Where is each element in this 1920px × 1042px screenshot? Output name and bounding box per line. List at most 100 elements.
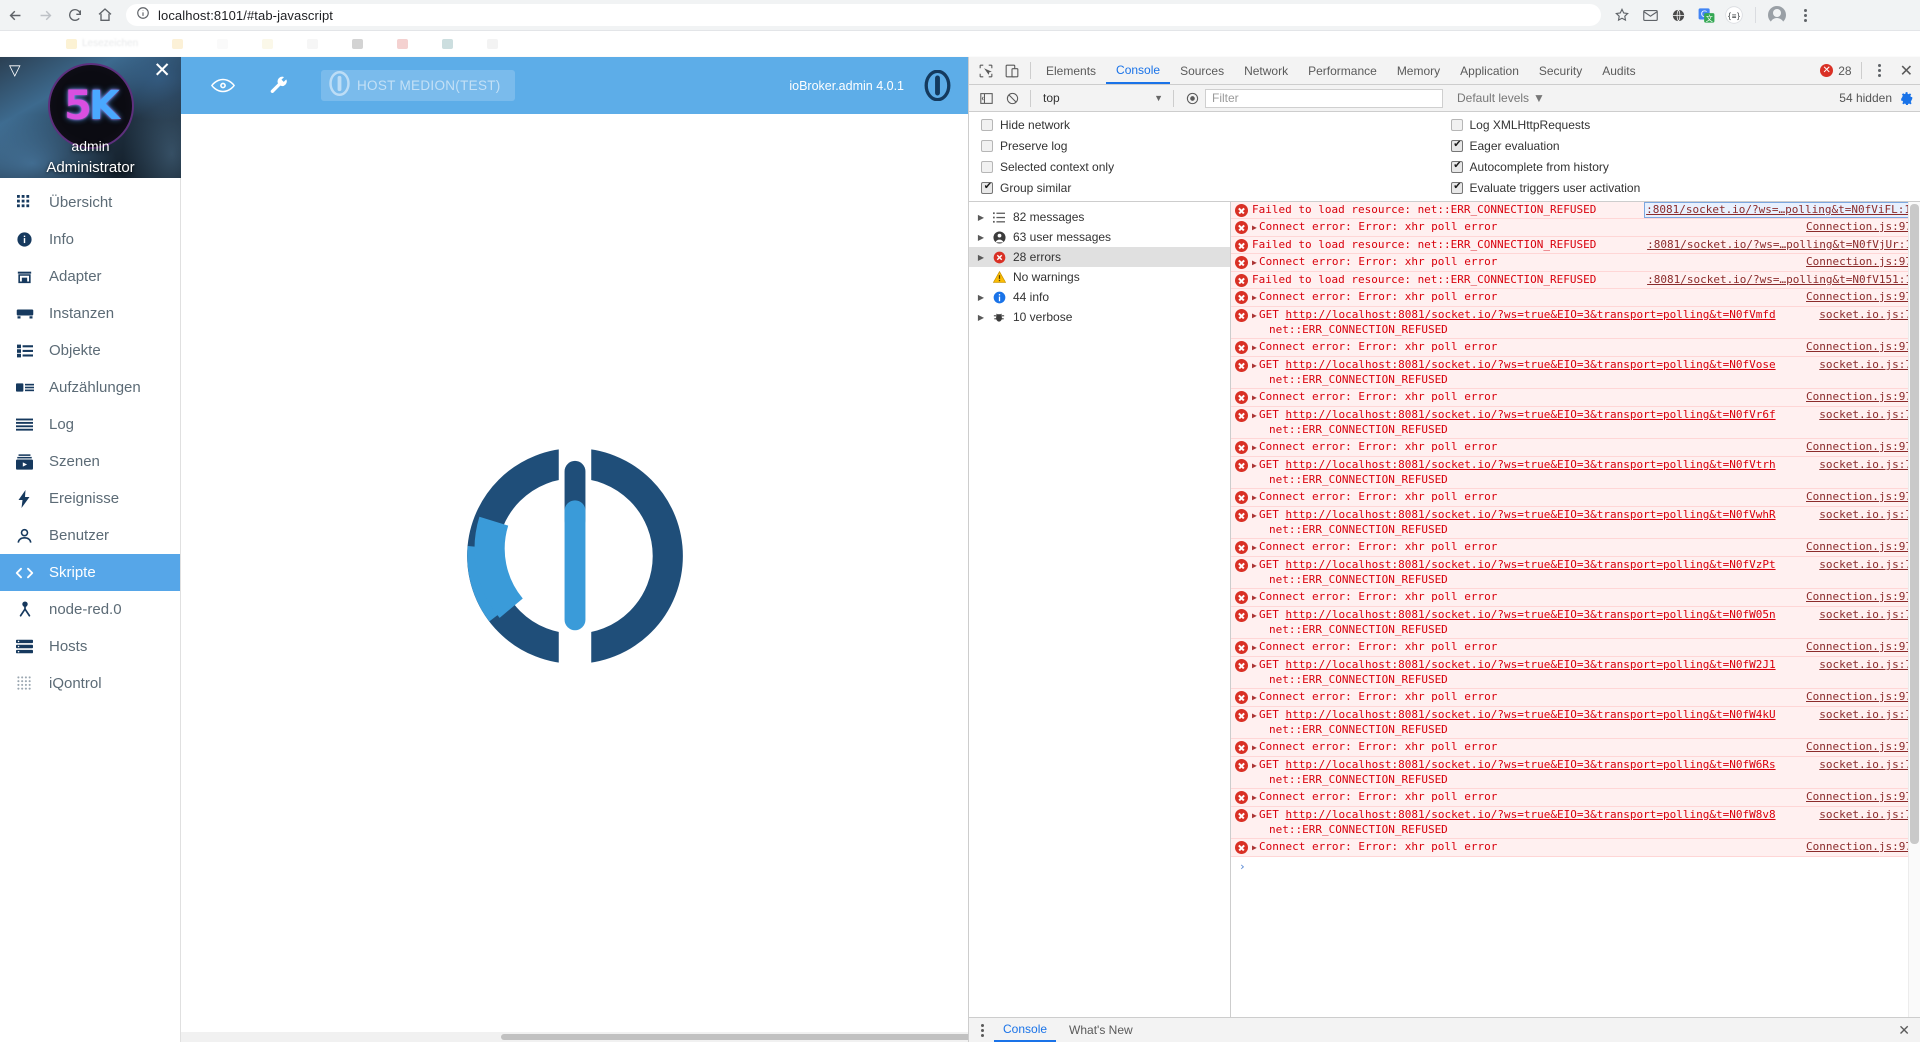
more-vertical-icon[interactable] (1867, 58, 1893, 84)
console-message-source-link[interactable]: Connection.js:97 (1806, 255, 1912, 269)
chevron-right-icon[interactable]: ▶ (977, 213, 985, 222)
console-message-source-link[interactable]: :8081/socket.io/?ws=…polling&t=N0fVjUr:1 (1647, 238, 1912, 252)
expand-arrow-icon[interactable]: ▶ (1252, 709, 1259, 723)
checkbox-checked-icon[interactable] (1450, 139, 1464, 152)
console-error-row[interactable]: ▶ Connect error: Error: xhr poll error Con… (1231, 789, 1920, 807)
console-message-source-link[interactable]: Connection.js:97 (1806, 840, 1912, 854)
console-error-row[interactable]: ▶ GET http://localhost:8081/socket.io/?ws… (1231, 557, 1920, 589)
console-message-source-link[interactable]: socket.io.js:7 (1819, 508, 1912, 522)
bookmark-item[interactable] (217, 38, 229, 49)
expand-arrow-icon[interactable]: ▶ (1252, 256, 1259, 270)
scrollbar-thumb[interactable] (501, 1034, 968, 1040)
console-error-row[interactable]: ▶ Connect error: Error: xhr poll error Con… (1231, 489, 1920, 507)
console-filter-info[interactable]: ▶ 44 info (969, 287, 1230, 307)
setting-eager-evaluation[interactable]: Eager evaluation (1450, 139, 1920, 153)
expand-arrow-icon[interactable]: ▶ (1252, 221, 1259, 235)
setting-autocomplete-from-history[interactable]: Autocomplete from history (1450, 160, 1920, 174)
tab-performance[interactable]: Performance (1298, 57, 1387, 84)
console-message-source-link[interactable]: socket.io.js:7 (1819, 708, 1912, 722)
bookmark-item[interactable] (262, 38, 274, 49)
console-message-source-link[interactable]: Connection.js:97 (1806, 490, 1912, 504)
expand-arrow-icon[interactable]: ▶ (1252, 691, 1259, 705)
google-translate-icon[interactable]: G文 (1693, 2, 1719, 28)
console-prompt[interactable]: › (1231, 857, 1920, 876)
wrench-icon[interactable] (251, 76, 307, 96)
setting-group-similar[interactable]: Group similar (981, 181, 1451, 195)
tab-application[interactable]: Application (1450, 57, 1529, 84)
console-message-list[interactable]: Failed to load resource: net::ERR_CONNEC… (1231, 202, 1920, 1017)
setting-preserve-log[interactable]: Preserve log (981, 139, 1451, 153)
console-message-source-link[interactable]: Connection.js:97 (1806, 640, 1912, 654)
console-error-row[interactable]: ▶ Connect error: Error: xhr poll error Con… (1231, 339, 1920, 357)
console-message-source-link[interactable]: socket.io.js:7 (1819, 308, 1912, 322)
expand-arrow-icon[interactable]: ▶ (1252, 391, 1259, 405)
eye-live-expression-icon[interactable] (1179, 85, 1205, 111)
console-error-row[interactable]: ▶ Connect error: Error: xhr poll error Con… (1231, 639, 1920, 657)
console-error-row[interactable]: ▶ Connect error: Error: xhr poll error Con… (1231, 289, 1920, 307)
expand-arrow-icon[interactable]: ▶ (1252, 359, 1259, 373)
tab-sources[interactable]: Sources (1170, 57, 1234, 84)
sidebar-item-benutzer[interactable]: Benutzer (0, 517, 180, 554)
sidebar-item-skripte[interactable]: Skripte (0, 554, 180, 591)
console-error-row[interactable]: Failed to load resource: net::ERR_CONNEC… (1231, 272, 1920, 289)
collapse-triangle-icon[interactable]: ▽ (9, 63, 21, 78)
expand-arrow-icon[interactable]: ▶ (1252, 541, 1259, 555)
console-filter-user-messages[interactable]: ▶ 63 user messages (969, 227, 1230, 247)
sidebar-item-ereignisse[interactable]: Ereignisse (0, 480, 180, 517)
close-devtools-icon[interactable]: ✕ (1893, 61, 1920, 81)
inspect-element-icon[interactable] (973, 58, 999, 84)
eye-icon[interactable] (195, 77, 251, 94)
expand-arrow-icon[interactable]: ▶ (1252, 309, 1259, 323)
scrollbar-thumb[interactable] (1910, 204, 1919, 844)
console-filter-warnings[interactable]: ▶ No warnings (969, 267, 1230, 287)
console-error-row[interactable]: ▶ Connect error: Error: xhr poll error Con… (1231, 389, 1920, 407)
console-error-row[interactable]: ▶ GET http://localhost:8081/socket.io/?ws… (1231, 607, 1920, 639)
console-message-source-link[interactable]: socket.io.js:7 (1819, 408, 1912, 422)
close-icon[interactable]: ✕ (153, 60, 171, 81)
console-error-row[interactable]: ▶ Connect error: Error: xhr poll error Con… (1231, 219, 1920, 237)
expand-arrow-icon[interactable]: ▶ (1252, 441, 1259, 455)
expand-arrow-icon[interactable]: ▶ (1252, 809, 1259, 823)
bookmark-item[interactable] (307, 38, 319, 49)
console-message-source-link[interactable]: :8081/socket.io/?ws=…polling&t=N0fV151:1 (1647, 273, 1912, 287)
console-message-link[interactable]: http://localhost:8081/socket.io/?ws=true… (1286, 808, 1776, 821)
console-message-source-link[interactable]: Connection.js:97 (1806, 690, 1912, 704)
setting-log-xmlhttprequests[interactable]: Log XMLHttpRequests (1450, 118, 1920, 132)
checkbox-unchecked-icon[interactable] (1450, 119, 1463, 131)
console-error-row[interactable]: ▶ GET http://localhost:8081/socket.io/?ws… (1231, 507, 1920, 539)
setting-hide-network[interactable]: Hide network (981, 118, 1451, 132)
tab-console[interactable]: Console (1106, 57, 1171, 84)
expand-arrow-icon[interactable]: ▶ (1252, 609, 1259, 623)
console-error-row[interactable]: ▶ Connect error: Error: xhr poll error Con… (1231, 839, 1920, 857)
console-error-row[interactable]: ▶ GET http://localhost:8081/socket.io/?ws… (1231, 407, 1920, 439)
address-bar[interactable]: localhost:8101/#tab-javascript (126, 4, 1601, 26)
expand-arrow-icon[interactable]: ▶ (1252, 341, 1259, 355)
console-message-source-link[interactable]: socket.io.js:7 (1819, 808, 1912, 822)
console-error-row[interactable]: ▶ Connect error: Error: xhr poll error Con… (1231, 739, 1920, 757)
console-message-source-link[interactable]: Connection.js:97 (1806, 390, 1912, 404)
checkbox-unchecked-icon[interactable] (981, 119, 993, 131)
sidebar-item-log[interactable]: Log (0, 406, 180, 443)
console-message-source-link[interactable]: socket.io.js:7 (1819, 458, 1912, 472)
console-filter-messages[interactable]: ▶ 82 messages (969, 207, 1230, 227)
sidebar-item-iqontrol[interactable]: iQontrol (0, 665, 180, 702)
tab-elements[interactable]: Elements (1036, 57, 1106, 84)
console-filter-errors[interactable]: ▶ 28 errors (969, 247, 1230, 267)
console-message-source-link[interactable]: Connection.js:97 (1806, 220, 1912, 234)
setting-evaluate-triggers-user-activation[interactable]: Evaluate triggers user activation (1450, 181, 1920, 195)
sidebar-item-aufzaehlungen[interactable]: Aufzählungen (0, 369, 180, 406)
expand-arrow-icon[interactable]: ▶ (1252, 591, 1259, 605)
console-message-source-link[interactable]: Connection.js:97 (1806, 790, 1912, 804)
console-message-source-link[interactable]: Connection.js:97 (1806, 290, 1912, 304)
console-message-link[interactable]: http://localhost:8081/socket.io/?ws=true… (1286, 308, 1776, 321)
host-selector[interactable]: HOST MEDION(TEST) (321, 70, 515, 101)
sidebar-item-uebersicht[interactable]: Übersicht (0, 184, 180, 221)
tab-memory[interactable]: Memory (1387, 57, 1450, 84)
expand-arrow-icon[interactable]: ▶ (1252, 509, 1259, 523)
json-viewer-icon[interactable]: {≡} (1721, 2, 1747, 28)
chrome-menu-icon[interactable] (1792, 2, 1818, 28)
console-scrollbar[interactable] (1908, 202, 1920, 1017)
console-message-link[interactable]: http://localhost:8081/socket.io/?ws=true… (1286, 358, 1776, 371)
console-message-link[interactable]: http://localhost:8081/socket.io/?ws=true… (1286, 658, 1776, 671)
console-error-row[interactable]: ▶ Connect error: Error: xhr poll error Con… (1231, 689, 1920, 707)
